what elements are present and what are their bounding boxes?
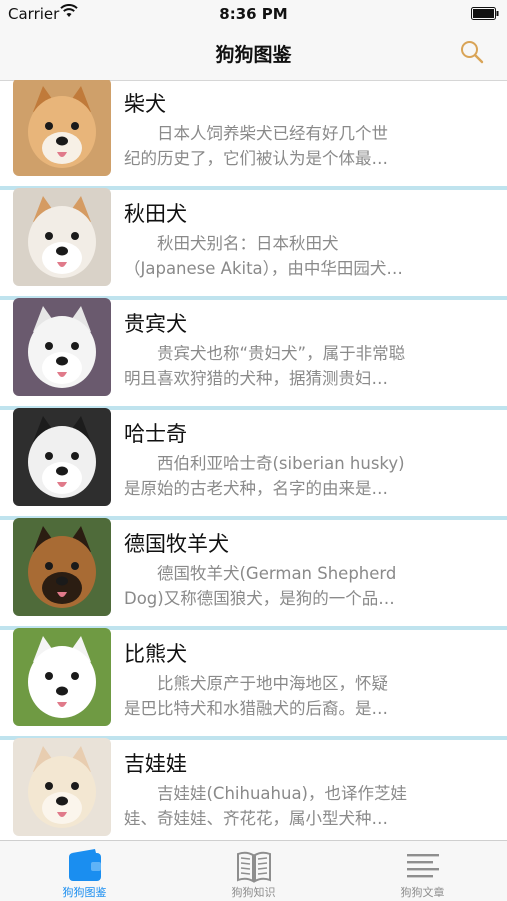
- article-lines-icon: [407, 854, 439, 878]
- tab-bar: 狗狗图鉴 狗狗知识 狗狗文章: [0, 840, 507, 901]
- dog-photo: [13, 298, 111, 396]
- tab-label: 狗狗文章: [400, 886, 445, 899]
- search-icon[interactable]: [459, 39, 485, 65]
- list-item[interactable]: 秋田犬秋田犬别名：日本秋田犬 （Japanese Akita），由中华田园犬…: [0, 188, 507, 300]
- clock: 8:36 PM: [219, 5, 288, 23]
- dog-list[interactable]: 柴犬 日本人饲养柴犬已经有好几个世 纪的历史了，它们被认为是个体最… 秋田犬 秋田犬别名…: [0, 80, 507, 840]
- list-item[interactable]: 吉娃娃吉娃娃(Chihuahua)，也译作芝娃娃、奇娃娃、齐花花，属小型犬种…: [0, 738, 507, 840]
- dog-photo: [13, 408, 111, 506]
- book-icon: [237, 851, 271, 883]
- description-line: 娃、奇娃娃、齐花花，属小型犬种…: [124, 809, 388, 828]
- dog-name: 柴犬: [124, 92, 166, 116]
- page-title: 狗狗图鉴: [215, 44, 292, 66]
- battery-icon: [471, 7, 499, 20]
- wallet-icon: [69, 849, 101, 881]
- list-item[interactable]: 柴犬日本人饲养柴犬已经有好几个世纪的历史了，它们被认为是个体最…: [0, 80, 507, 190]
- description-line: 吉娃娃(Chihuahua)，也译作芝娃: [157, 784, 407, 803]
- description-line: 是巴比特犬和水猎融犬的后裔。是…: [124, 699, 388, 718]
- dog-description: 比熊犬原产于地中海地区，怀疑是巴比特犬和水猎融犬的后裔。是…: [124, 671, 444, 721]
- tab-label: 狗狗知识: [231, 886, 276, 899]
- dog-photo: [13, 188, 111, 286]
- dog-photo: [13, 738, 111, 836]
- description-line: 日本人饲养柴犬已经有好几个世: [157, 124, 388, 143]
- list-item[interactable]: 哈士奇西伯利亚哈士奇(siberian husky) 是原始的古老犬种，名字的由来…: [0, 408, 507, 520]
- tab-dog-knowledge[interactable]: 狗狗知识: [169, 841, 338, 901]
- description-line: 德国牧羊犬(German Shepherd: [157, 564, 397, 583]
- dog-description: 西伯利亚哈士奇(siberian husky) 是原始的古老犬种，名字的由来是…: [124, 451, 444, 501]
- dog-name: 德国牧羊犬: [124, 532, 229, 556]
- dog-description: 德国牧羊犬(German Shepherd Dog)又称德国狼犬，是狗的一个品…: [124, 561, 444, 611]
- description-line: 纪的历史了，它们被认为是个体最…: [124, 149, 388, 168]
- list-item[interactable]: 德国牧羊犬德国牧羊犬(German Shepherd Dog)又称德国狼犬，是狗的…: [0, 518, 507, 630]
- dog-photo: [13, 80, 111, 176]
- description-line: 是原始的古老犬种，名字的由来是…: [124, 479, 388, 498]
- dog-description: 日本人饲养柴犬已经有好几个世纪的历史了，它们被认为是个体最…: [124, 121, 444, 171]
- tab-label: 狗狗图鉴: [62, 886, 107, 899]
- dog-name: 贵宾犬: [124, 312, 187, 336]
- dog-description: 秋田犬别名：日本秋田犬 （Japanese Akita），由中华田园犬…: [124, 231, 444, 281]
- dog-description: 吉娃娃(Chihuahua)，也译作芝娃娃、奇娃娃、齐花花，属小型犬种…: [124, 781, 444, 831]
- dog-name: 哈士奇: [124, 422, 187, 446]
- description-line: 贵宾犬也称“贵妇犬”，属于非常聪: [157, 344, 406, 363]
- description-line: 秋田犬别名：日本秋田犬: [157, 234, 339, 253]
- tab-dog-gallery[interactable]: 狗狗图鉴: [0, 841, 169, 901]
- dog-name: 吉娃娃: [124, 752, 187, 776]
- description-line: （Japanese Akita），由中华田园犬…: [124, 259, 403, 278]
- dog-description: 贵宾犬也称“贵妇犬”，属于非常聪明且喜欢狩猎的犬种，据猜测贵妇…: [124, 341, 444, 391]
- dog-name: 秋田犬: [124, 202, 187, 226]
- status-bar: Carrier 8:36 PM: [0, 0, 507, 28]
- description-line: 西伯利亚哈士奇(siberian husky): [157, 454, 405, 473]
- description-line: 比熊犬原产于地中海地区，怀疑: [157, 674, 388, 693]
- navigation-bar: 狗狗图鉴: [0, 28, 507, 81]
- list-item[interactable]: 贵宾犬贵宾犬也称“贵妇犬”，属于非常聪明且喜欢狩猎的犬种，据猜测贵妇…: [0, 298, 507, 410]
- dog-photo: [13, 518, 111, 616]
- dog-name: 比熊犬: [124, 642, 187, 666]
- dog-photo: [13, 628, 111, 726]
- description-line: Dog)又称德国狼犬，是狗的一个品…: [124, 589, 395, 608]
- description-line: 明且喜欢狩猎的犬种，据猜测贵妇…: [124, 369, 388, 388]
- list-item[interactable]: 比熊犬比熊犬原产于地中海地区，怀疑是巴比特犬和水猎融犬的后裔。是…: [0, 628, 507, 740]
- tab-dog-articles[interactable]: 狗狗文章: [338, 841, 507, 901]
